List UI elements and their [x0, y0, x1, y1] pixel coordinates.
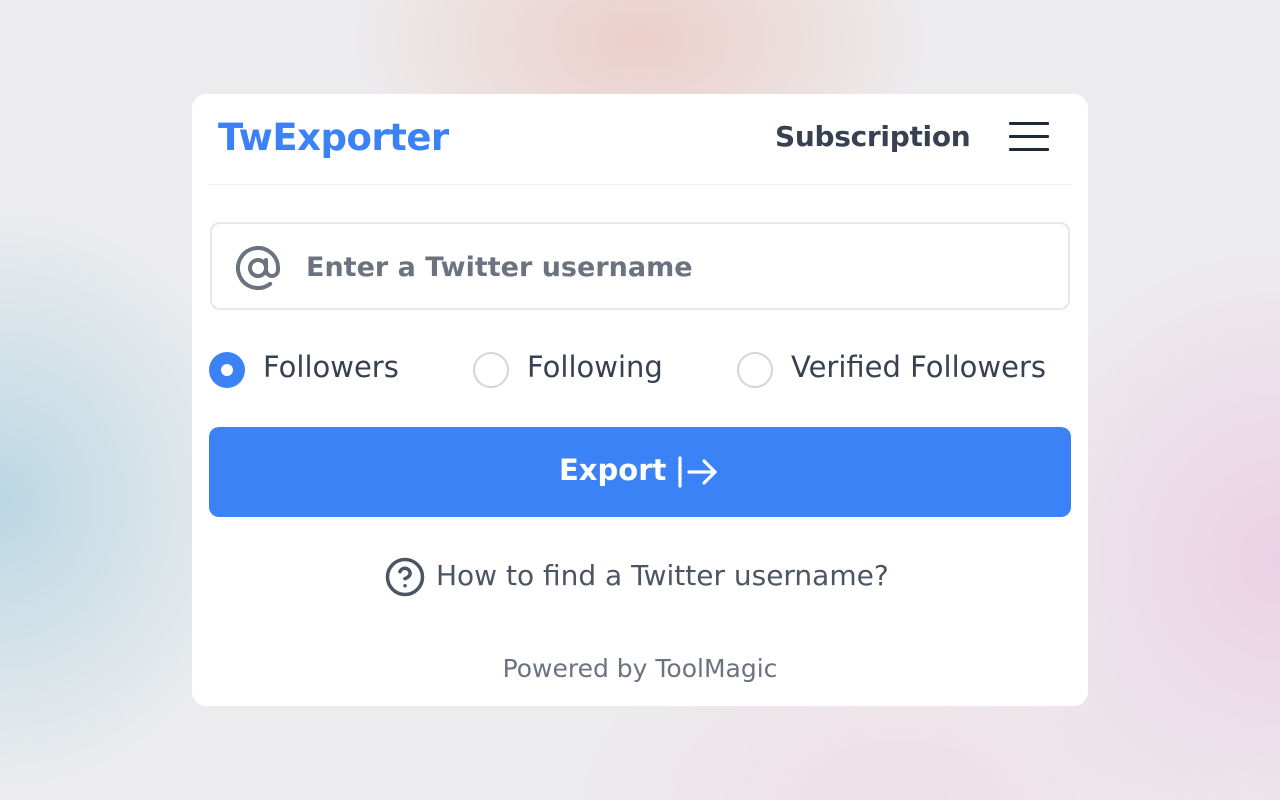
export-button[interactable]: Export — [209, 427, 1071, 517]
exporter-card: TwExporter Subscription Followers Follow… — [192, 94, 1088, 706]
username-input[interactable] — [306, 242, 1046, 292]
help-link-label: How to find a Twitter username? — [436, 559, 889, 592]
radio-label-followers: Followers — [263, 350, 399, 384]
question-circle-icon — [385, 557, 425, 597]
username-search-field — [210, 222, 1070, 310]
radio-label-following: Following — [527, 350, 663, 384]
export-arrow-icon — [678, 456, 717, 488]
header: TwExporter Subscription — [209, 94, 1071, 185]
radio-button-checked[interactable] — [209, 352, 245, 388]
subscription-link[interactable]: Subscription — [775, 120, 971, 153]
help-link[interactable]: How to find a Twitter username? — [384, 554, 904, 598]
export-button-label: Export — [559, 453, 667, 487]
radio-button[interactable] — [737, 352, 773, 388]
powered-by-footer: Powered by ToolMagic — [502, 654, 778, 683]
export-type-options: Followers Following Verified Followers — [209, 348, 1071, 390]
at-sign-icon — [236, 246, 280, 290]
radio-label-verified-followers: Verified Followers — [791, 350, 1046, 384]
hamburger-menu-icon[interactable] — [1009, 122, 1049, 152]
brand-logo[interactable]: TwExporter — [218, 116, 449, 159]
radio-button[interactable] — [473, 352, 509, 388]
